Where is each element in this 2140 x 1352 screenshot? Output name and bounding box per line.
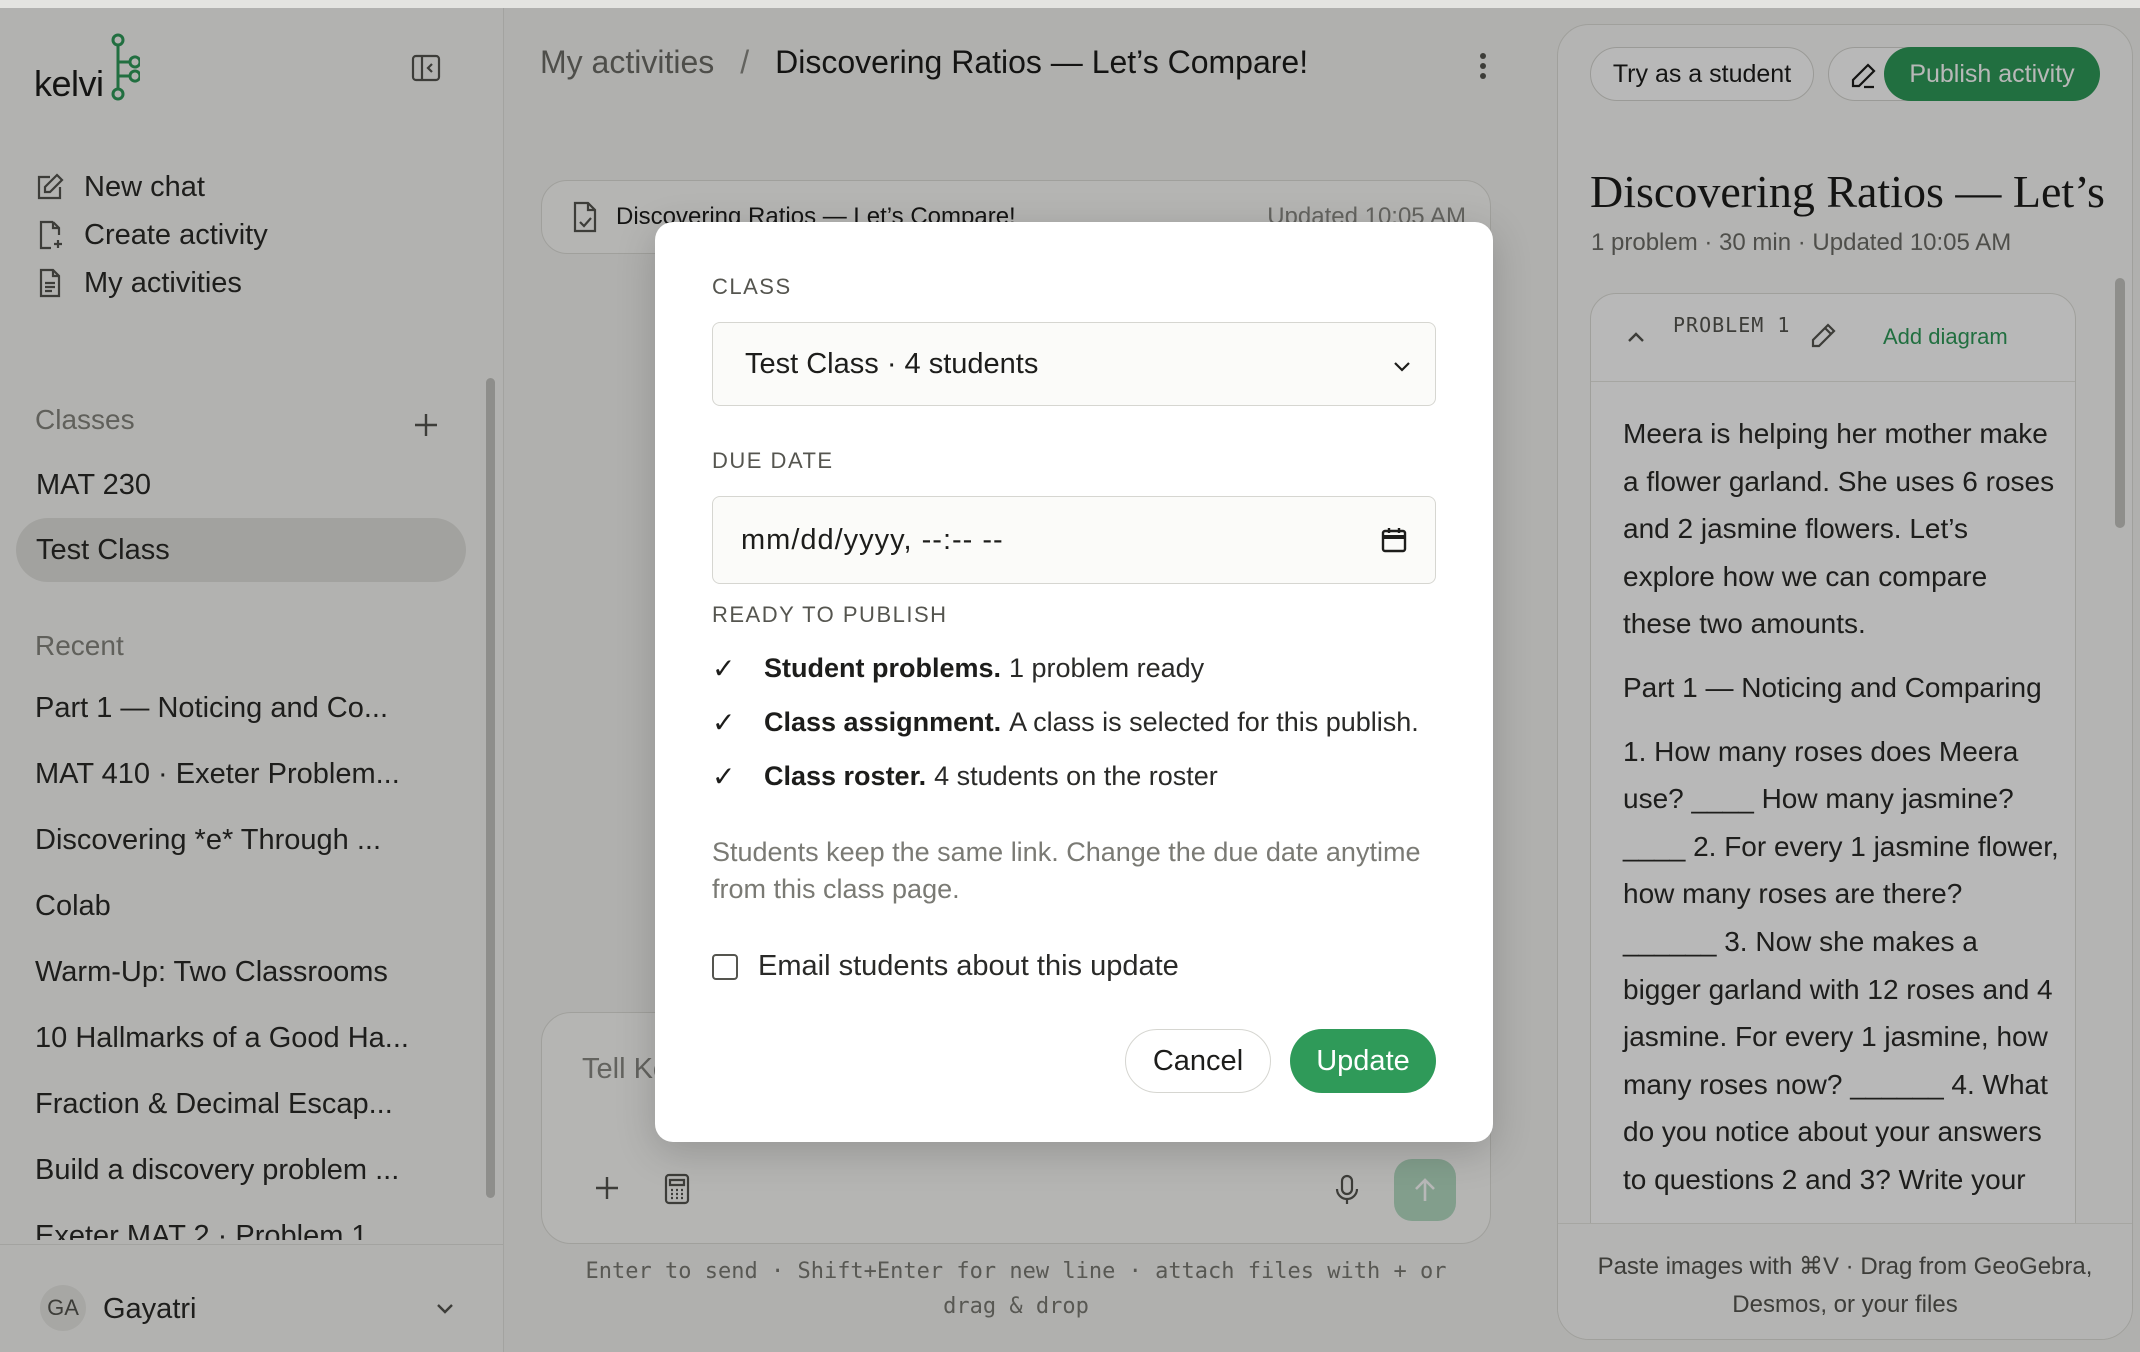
check-text: 1 problem ready bbox=[1009, 653, 1205, 683]
check-class-roster: ✓ Class roster. 4 students on the roster bbox=[712, 760, 1218, 793]
due-date-input[interactable]: mm/dd/yyyy, --:-- -- bbox=[712, 496, 1436, 584]
check-title: Class assignment. bbox=[764, 707, 1002, 737]
check-title: Class roster. bbox=[764, 761, 927, 791]
update-button[interactable]: Update bbox=[1290, 1029, 1436, 1093]
same-link-note: Students keep the same link. Change the … bbox=[712, 837, 1421, 904]
email-students-option[interactable]: Email students about this update bbox=[712, 950, 1179, 983]
check-title: Student problems. bbox=[764, 653, 1002, 683]
due-date-field-label: DUE DATE bbox=[712, 448, 834, 473]
check-icon: ✓ bbox=[712, 653, 736, 684]
window-top-strip bbox=[0, 0, 2140, 8]
cancel-button[interactable]: Cancel bbox=[1125, 1029, 1271, 1093]
chevron-down-icon bbox=[1394, 362, 1410, 372]
class-select[interactable]: Test Class · 4 students bbox=[712, 322, 1436, 406]
email-students-label: Email students about this update bbox=[758, 950, 1179, 982]
check-class-assignment: ✓ Class assignment. A class is selected … bbox=[712, 706, 1419, 739]
check-icon: ✓ bbox=[712, 707, 736, 738]
check-text: 4 students on the roster bbox=[934, 761, 1218, 791]
ready-to-publish-label: READY TO PUBLISH bbox=[712, 602, 948, 627]
class-field-label: CLASS bbox=[712, 274, 792, 299]
publish-update-dialog: CLASS Test Class · 4 students DUE DATE m… bbox=[655, 222, 1493, 1142]
check-text: A class is selected for this publish. bbox=[1009, 707, 1419, 737]
due-date-placeholder: mm/dd/yyyy, --:-- -- bbox=[741, 523, 1004, 556]
class-select-value: Test Class · 4 students bbox=[745, 347, 1039, 380]
email-students-checkbox[interactable] bbox=[712, 953, 738, 980]
check-student-problems: ✓ Student problems. 1 problem ready bbox=[712, 652, 1204, 685]
check-icon: ✓ bbox=[712, 761, 736, 792]
calendar-icon[interactable] bbox=[1379, 525, 1409, 555]
